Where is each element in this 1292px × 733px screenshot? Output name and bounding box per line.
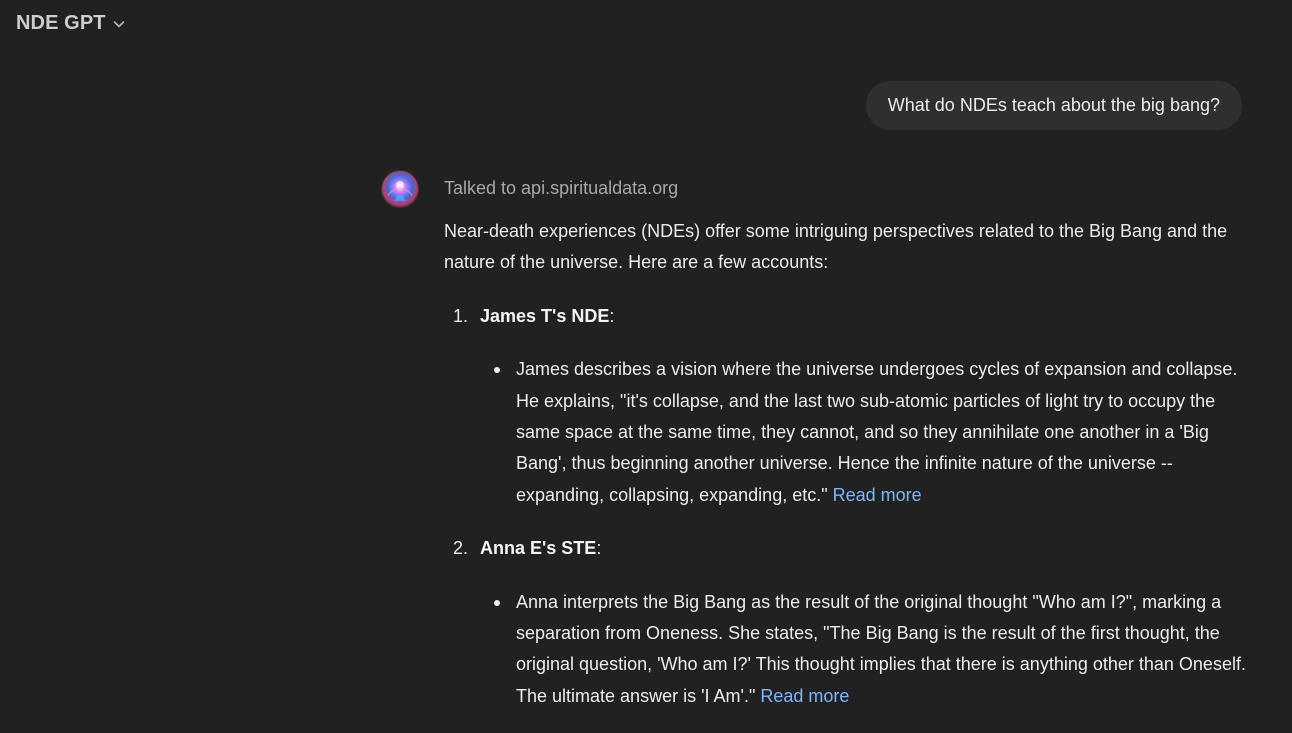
account-details: James describes a vision where the unive…	[480, 354, 1249, 511]
nde-gpt-avatar-icon	[382, 171, 418, 207]
read-more-link[interactable]: Read more	[833, 485, 922, 505]
detail-text: Anna interprets the Big Bang as the resu…	[516, 591, 1246, 706]
account-title: James T's NDE:	[480, 301, 1249, 332]
list-item: 2. Anna E's STE: Anna interprets the Big…	[444, 533, 1249, 712]
detail-text: James describes a vision where the unive…	[516, 359, 1238, 505]
detail-item: James describes a vision where the unive…	[480, 354, 1249, 511]
list-number: 1.	[453, 305, 469, 326]
list-item: 1. James T's NDE: James describes a visi…	[444, 301, 1249, 511]
list-number: 2.	[453, 538, 469, 559]
account-name: James T's NDE	[480, 305, 610, 326]
tool-status[interactable]: Talked to api.spiritualdata.org	[444, 172, 1249, 204]
bullet-icon	[494, 367, 500, 374]
account-colon: :	[596, 538, 602, 559]
intro-paragraph: Near-death experiences (NDEs) offer some…	[444, 221, 1228, 273]
chevron-down-icon	[113, 21, 124, 28]
account-name: Anna E's STE	[480, 538, 597, 559]
model-name: NDE GPT	[16, 11, 106, 34]
account-title: Anna E's STE:	[480, 533, 1249, 564]
read-more-link[interactable]: Read more	[760, 686, 849, 706]
assistant-avatar	[381, 170, 419, 208]
detail-item: Anna interprets the Big Bang as the resu…	[480, 587, 1249, 713]
account-colon: :	[609, 305, 615, 326]
model-selector[interactable]: NDE GPT	[16, 8, 126, 38]
user-message: What do NDEs teach about the big bang?	[865, 81, 1242, 130]
bullet-icon	[494, 599, 500, 606]
accounts-list: 1. James T's NDE: James describes a visi…	[444, 301, 1249, 712]
account-details: Anna interprets the Big Bang as the resu…	[480, 587, 1249, 713]
chat-window: NDE GPT What do NDEs teach about the big…	[0, 0, 1292, 733]
assistant-message: Talked to api.spiritualdata.org Near-dea…	[444, 172, 1249, 733]
